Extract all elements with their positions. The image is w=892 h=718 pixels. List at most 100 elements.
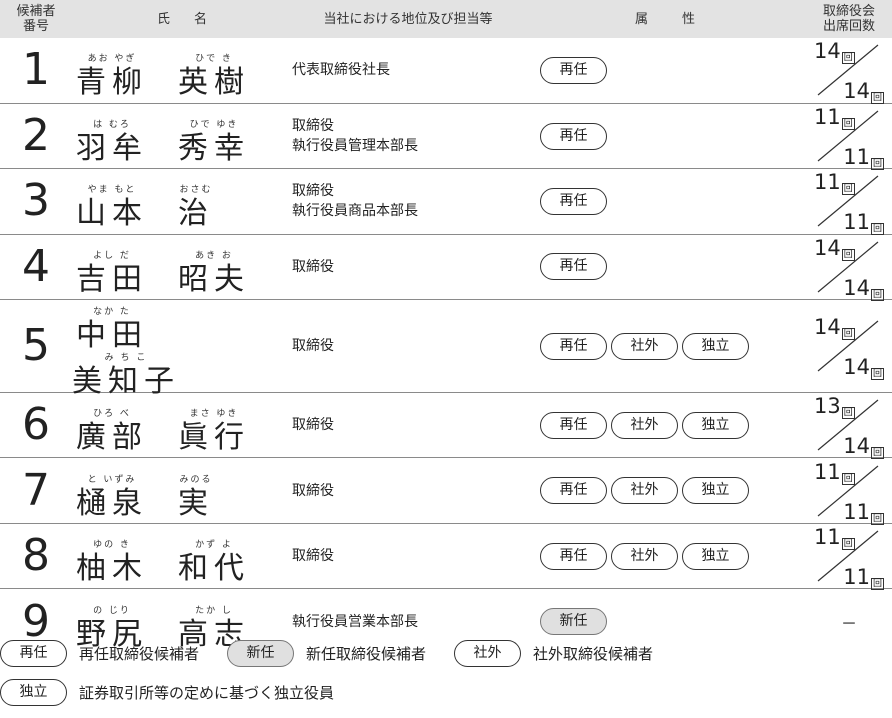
furigana: ゆの き [93,540,131,551]
unit-label: 回 [841,538,855,551]
candidate-position: 取締役 [292,299,524,394]
candidate-table: 候補者 番号 氏名 当社における地位及び担当等 属性 取締役会 出席回数 1 あお や… [0,0,892,654]
candidate-surname: は むろ 羽牟 [76,120,148,167]
candidate-position: 取締役執行役員商品本部長 [292,168,524,235]
attendance-attended: 14 回 [814,235,855,261]
unit-label: 回 [841,183,855,196]
furigana: よし だ [93,250,131,261]
attribute-badge: 独立 [682,542,749,570]
candidate-position: 代表取締役社長 [292,38,524,104]
candidate-name: ゆの き柚木 かず よ和代 [72,523,292,590]
candidate-attributes: 再任 社外 独立 [524,392,806,459]
furigana: やま もと [87,185,137,196]
attendance-total: 11 回 [843,499,884,525]
unit-label: 回 [870,368,884,381]
candidate-surname: ひろ べ廣部 [76,409,148,456]
position-line: 執行役員営業本部長 [292,613,418,630]
attendance-cell: 11 回 11 回 [806,168,892,236]
candidate-number: 3 [0,168,72,235]
candidate-surname: なか た中田 [76,307,148,354]
candidate-number: 2 [0,103,72,170]
unit-label: 回 [841,52,855,65]
unit-label: 回 [841,248,855,261]
furigana: みのる [179,474,213,485]
header-name: 氏名 [156,11,231,27]
position-line: 取締役 [292,548,334,565]
furigana: あき お [195,250,233,261]
candidate-number: 5 [0,299,72,394]
attribute-badge: 再任 [540,253,607,281]
attendance-dash: － [840,613,857,633]
attendance-attended: 11 回 [814,170,855,196]
candidate-given-name: ひで き英樹 [178,54,250,101]
attribute-badge: 独立 [682,332,749,360]
attribute-badge: 社外 [611,411,678,439]
position-line: 取締役 [292,338,334,355]
position-line: 代表取締役社長 [292,62,390,79]
candidate-number: 7 [0,457,72,524]
candidate-number: 6 [0,392,72,459]
candidate-attributes: 再任 [524,168,806,235]
legend: 再任 再任取締役候補者 新任 新任取締役候補者 社外 社外取締役候補者 独立 証券取引所等の定… [0,640,892,718]
attribute-badge: 再任 [540,411,607,439]
candidate-attributes: 再任 社外 独立 [524,299,806,394]
position-line: 執行役員商品本部長 [292,203,418,220]
candidate-attributes: 再任 [524,38,806,104]
attendance-attended: 11 回 [814,459,855,485]
candidate-row: 8 ゆの き柚木 かず よ和代 取締役 再任 社外 独立 11 回 11 回 [0,523,892,591]
header-attendance: 取締役会 出席回数 [822,4,875,34]
legend-text: 証券取引所等の定めに基づく独立役員 [79,684,335,702]
position-line: 取締役 [292,118,334,135]
attendance-cell: 13 回 14 回 [806,392,892,460]
attendance-attended: 14 回 [814,39,855,65]
position-line: 取締役 [292,482,334,499]
candidate-surname: やま もと 山本 [76,185,148,232]
candidate-attributes: 再任 [524,234,806,301]
attendance-attended: 13 回 [814,394,855,420]
legend-row: 再任 再任取締役候補者 新任 新任取締役候補者 社外 社外取締役候補者 [0,640,892,667]
candidate-position: 取締役 [292,234,524,301]
attendance-cell: 11 回 11 回 [806,457,892,525]
candidate-row: 6 ひろ べ廣部 まさ ゆき 眞行 取締役 再任 社外 独立 13 回 14 回 [0,392,892,460]
candidate-surname: と いずみ 樋泉 [76,474,148,521]
candidate-row: 7と いずみ 樋泉 みのる実取締役 再任 社外 独立 11 回 11 回 [0,457,892,525]
legend-badge: 独立 [0,679,67,706]
unit-label: 回 [841,472,855,485]
unit-label: 回 [841,407,855,420]
candidate-name: は むろ 羽牟 ひで ゆき 秀幸 [72,103,292,170]
candidate-given-name: ひで ゆき 秀幸 [178,120,250,167]
header-position: 当社における地位及び担当等 [323,11,493,27]
candidate-surname: よし だ吉田 [76,250,148,297]
header-attributes: 属性 [634,11,729,27]
position-line: 取締役 [292,417,334,434]
candidate-row: 5 なか た中田み ち こ美知子 取締役 再任 社外 独立 14 回 14 回 [0,299,892,399]
attendance-total: 11 回 [843,565,884,591]
furigana: おさむ [179,185,213,196]
attendance-total: 14 回 [843,275,884,301]
attendance-attended: 14 回 [814,315,855,341]
attribute-badge: 独立 [682,411,749,439]
candidate-position: 取締役 [292,523,524,590]
furigana: たか し [195,605,233,616]
candidate-name: と いずみ 樋泉 みのる実 [72,457,292,524]
position-line: 取締役 [292,183,334,200]
attribute-badge: 新任 [540,608,607,636]
unit-label: 回 [841,328,855,341]
candidate-name: なか た中田み ち こ美知子 [72,299,292,399]
attendance-attended: 11 回 [814,105,855,131]
legend-badge: 社外 [454,640,522,667]
candidate-row: 1 あお やぎ 青柳 ひで き英樹 代表取締役社長 再任 14 回 14 回 [0,38,892,105]
position-line: 取締役 [292,258,334,275]
attribute-badge: 再任 [540,542,607,570]
furigana: は むろ [93,120,131,131]
legend-badge: 再任 [0,640,67,667]
attribute-badge: 再任 [540,56,607,84]
furigana: かず よ [195,540,233,551]
attendance-cell: 14 回 14 回 [806,234,892,301]
candidate-row: 3 やま もと 山本 おさむ治取締役 執行役員商品本部長 再任 11 回 11 回 [0,168,892,236]
legend-row: 独立 証券取引所等の定めに基づく独立役員 [0,679,892,706]
attendance-total: 11 回 [843,210,884,236]
candidate-position: 取締役 [292,457,524,524]
attribute-badge: 社外 [611,542,678,570]
attendance-cell: 11 回 11 回 [806,103,892,171]
